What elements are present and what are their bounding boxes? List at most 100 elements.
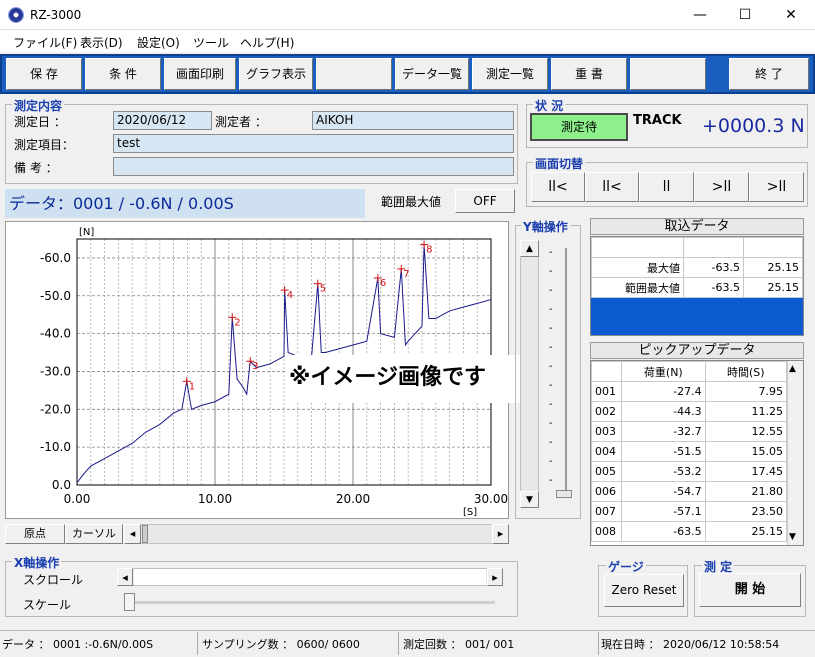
- table-row[interactable]: 005 -53.2 17.45: [591, 461, 788, 482]
- save-button[interactable]: 保 存: [6, 58, 82, 90]
- gauge-title: ゲージ: [606, 558, 646, 575]
- minimize-button[interactable]: —: [677, 0, 723, 30]
- table-row[interactable]: 008 -63.5 25.15: [591, 521, 788, 542]
- plot-hscroll-left[interactable]: ◂: [124, 524, 141, 544]
- measure-list-button[interactable]: 測定一覧: [472, 58, 548, 90]
- capture-name: 最大値: [591, 257, 684, 278]
- pickup-scrollbar[interactable]: [787, 361, 803, 545]
- plot-hscroll-right[interactable]: ▸: [492, 524, 509, 544]
- last-button[interactable]: >ll: [749, 172, 804, 202]
- pickup-cell: 17.45: [704, 461, 788, 482]
- y-slider-tick: -: [549, 266, 553, 277]
- y-tick-label: -10.0: [40, 440, 71, 454]
- y-tick-label: -40.0: [40, 327, 71, 341]
- y-scroll-down[interactable]: ▼: [520, 491, 539, 508]
- prev-button[interactable]: ll<: [585, 172, 639, 202]
- y-axis-label: [N]: [79, 227, 94, 238]
- table-row[interactable]: 003 -32.7 12.55: [591, 421, 788, 442]
- origin-button[interactable]: 原点: [5, 524, 65, 544]
- pickup-cell: 006: [591, 481, 622, 502]
- item-field[interactable]: test: [113, 134, 514, 153]
- x-scroll-left[interactable]: ◂: [117, 568, 133, 586]
- capture-load: [683, 237, 744, 258]
- y-slider-tick: -: [549, 361, 553, 372]
- pickup-cell: 007: [591, 501, 622, 522]
- table-row[interactable]: 006 -54.7 21.80: [591, 481, 788, 502]
- y-slider-tick: -: [549, 380, 553, 391]
- capture-row: 最大値 -63.5 25.15: [591, 257, 803, 278]
- remark-label: 備 考 ：: [14, 161, 58, 175]
- scroll-label: スクロール: [23, 573, 84, 587]
- pickup-cell: 25.15: [704, 521, 788, 542]
- x-tick-label: 20.00: [336, 492, 370, 506]
- plot-hscroll-thumb[interactable]: [142, 525, 148, 543]
- pickup-cell: 001: [591, 381, 622, 402]
- status-samples: サンプリング数 ： 0600/ 0600: [202, 638, 360, 651]
- pickup-scroll-up[interactable]: ▲: [789, 364, 796, 374]
- cursor-button[interactable]: カーソル: [65, 524, 123, 544]
- overwrite-button[interactable]: 重 書: [551, 58, 627, 90]
- first-button[interactable]: ll<: [531, 172, 585, 202]
- y-slider-tick: -: [549, 418, 553, 429]
- zero-reset-button[interactable]: Zero Reset: [604, 574, 684, 607]
- exit-button[interactable]: 終 了: [729, 58, 809, 90]
- pickup-header: 荷重(N): [621, 361, 706, 382]
- scale-track[interactable]: [128, 601, 495, 604]
- table-row[interactable]: 007 -57.1 23.50: [591, 501, 788, 522]
- capture-row: [591, 237, 803, 258]
- menu-view[interactable]: 表示(D): [80, 34, 123, 51]
- range-max-toggle[interactable]: OFF: [455, 189, 515, 213]
- condition-button[interactable]: 条 件: [85, 58, 161, 90]
- date-field[interactable]: 2020/06/12: [113, 111, 212, 130]
- y-slider-track[interactable]: [565, 248, 567, 494]
- scale-thumb[interactable]: [124, 593, 135, 611]
- data-list-button[interactable]: データ一覧: [395, 58, 469, 90]
- capture-row: 範囲最大値 -63.5 25.15: [591, 277, 803, 298]
- menu-help[interactable]: ヘルプ(H): [240, 34, 294, 51]
- close-button[interactable]: ✕: [768, 0, 814, 30]
- graph-display-button[interactable]: グラフ表示: [239, 58, 313, 90]
- pickup-cell: 008: [591, 521, 622, 542]
- y-slider-tick: -: [549, 285, 553, 296]
- menu-tools[interactable]: ツール: [193, 34, 229, 51]
- pickup-scroll-down[interactable]: ▼: [789, 532, 796, 542]
- y-scrollbar[interactable]: [520, 240, 539, 508]
- next-button[interactable]: >ll: [694, 172, 749, 202]
- y-slider-tick: -: [549, 399, 553, 410]
- table-row[interactable]: 001 -27.4 7.95: [591, 381, 788, 402]
- status-time: 現在日時 ： 2020/06/12 10:58:54: [601, 638, 780, 651]
- print-screen-button[interactable]: 画面印刷: [164, 58, 236, 90]
- remark-field[interactable]: [113, 157, 514, 176]
- menu-settings[interactable]: 設定(O): [137, 34, 180, 51]
- pickup-cell: 15.05: [704, 441, 788, 462]
- pickup-cell: 002: [591, 401, 622, 422]
- start-button[interactable]: 開 始: [699, 573, 801, 607]
- capture-load: -63.5: [683, 277, 744, 298]
- y-scroll-up[interactable]: ▲: [520, 240, 539, 257]
- operator-field[interactable]: AIKOH: [312, 111, 514, 130]
- app-icon: [8, 7, 24, 23]
- status-group-title: 状 況: [533, 97, 566, 114]
- blank-button-2[interactable]: [630, 58, 706, 90]
- table-row[interactable]: 002 -44.3 11.25: [591, 401, 788, 422]
- y-slider-tick: -: [549, 304, 553, 315]
- x-scroll-right[interactable]: ▸: [487, 568, 503, 586]
- peak-label: 8: [426, 245, 432, 256]
- capture-title: 取込データ: [590, 218, 804, 235]
- capture-load: -63.5: [683, 257, 744, 278]
- x-tick-label: 30.00: [474, 492, 508, 506]
- pickup-cell: -51.5: [621, 441, 706, 462]
- blank-button-1[interactable]: [316, 58, 392, 90]
- maximize-button[interactable]: ☐: [722, 0, 768, 30]
- y-slider-thumb[interactable]: [556, 490, 572, 498]
- data-readout: データ：0001 / -0.6N / 0.00S: [5, 189, 365, 218]
- menu-file[interactable]: ファイル(F): [13, 34, 77, 51]
- peak-label: 2: [234, 317, 240, 328]
- pause-button[interactable]: ll: [639, 172, 694, 202]
- x-scroll-thumb[interactable]: [134, 569, 486, 585]
- capture-name: 範囲最大値: [591, 277, 684, 298]
- y-slider-tick: -: [549, 323, 553, 334]
- plot-hscroll[interactable]: [124, 524, 509, 544]
- state-indicator: 測定待: [530, 113, 628, 141]
- table-row[interactable]: 004 -51.5 15.05: [591, 441, 788, 462]
